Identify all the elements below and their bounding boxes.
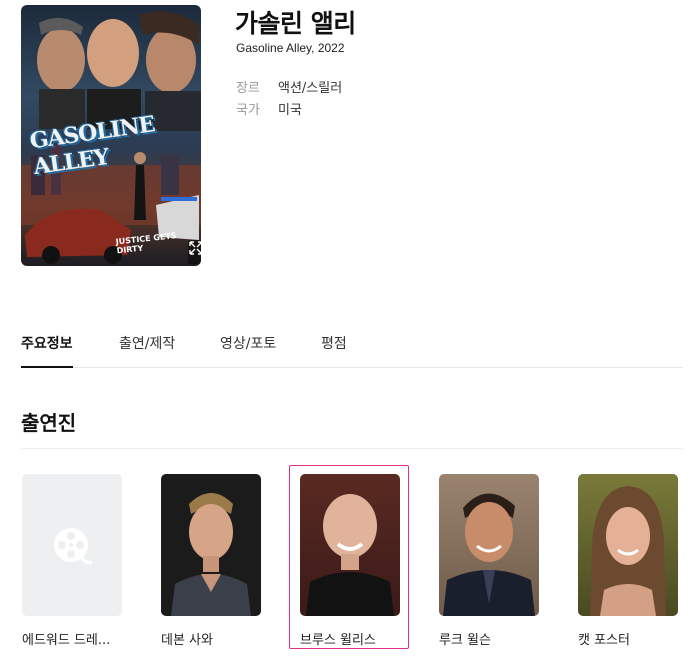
- cast-card[interactable]: 루크 윌슨: [439, 474, 539, 648]
- cast-name[interactable]: 데본 사와: [161, 629, 261, 648]
- cast-name[interactable]: 에드워드 드레...: [22, 629, 122, 648]
- cast-photo[interactable]: [578, 474, 678, 616]
- meta-country-label: 국가: [236, 103, 260, 118]
- tab-video-photo[interactable]: 영상/포토: [220, 333, 276, 366]
- tab-main-info[interactable]: 주요정보: [21, 333, 73, 368]
- meta-country: 국가 미국: [236, 99, 302, 118]
- cast-card[interactable]: 데본 사와: [161, 474, 261, 648]
- cast-portrait: [306, 494, 394, 616]
- movie-poster[interactable]: GASOLINE ALLEY JUSTICE GETS DIRTY: [21, 5, 201, 266]
- cast-name[interactable]: 브루스 윌리스: [300, 629, 400, 648]
- film-reel-icon: [54, 528, 93, 564]
- cast-name[interactable]: 캣 포스터: [578, 629, 678, 648]
- meta-genre-label: 장르: [236, 81, 260, 96]
- meta-country-value: 미국: [278, 103, 302, 118]
- section-divider: [21, 448, 683, 449]
- cast-portrait: [443, 493, 535, 616]
- cast-card[interactable]: 에드워드 드레...: [22, 474, 122, 648]
- cast-portrait: [590, 486, 666, 616]
- tab-bar: 주요정보 출연/제작 영상/포토 평점: [21, 333, 683, 368]
- cast-portrait: [171, 493, 251, 616]
- tab-rating[interactable]: 평점: [321, 333, 347, 366]
- tab-cast-crew[interactable]: 출연/제작: [119, 333, 175, 366]
- cast-section-title: 출연진: [21, 411, 77, 435]
- cast-photo[interactable]: [300, 474, 400, 616]
- cast-card[interactable]: 브루스 윌리스: [300, 474, 400, 648]
- expand-icon: [189, 241, 201, 255]
- meta-genre: 장르 액션/스릴러: [236, 77, 342, 96]
- cast-photo[interactable]: [161, 474, 261, 616]
- expand-button[interactable]: [188, 240, 201, 264]
- cast-card[interactable]: 캣 포스터: [578, 474, 678, 648]
- cast-photo[interactable]: [439, 474, 539, 616]
- cast-name[interactable]: 루크 윌슨: [439, 629, 539, 648]
- movie-subtitle: Gasoline Alley, 2022: [236, 41, 345, 55]
- movie-title: 가솔린 앨리: [235, 9, 356, 38]
- cast-photo-placeholder[interactable]: [22, 474, 122, 616]
- meta-genre-value: 액션/스릴러: [278, 81, 343, 96]
